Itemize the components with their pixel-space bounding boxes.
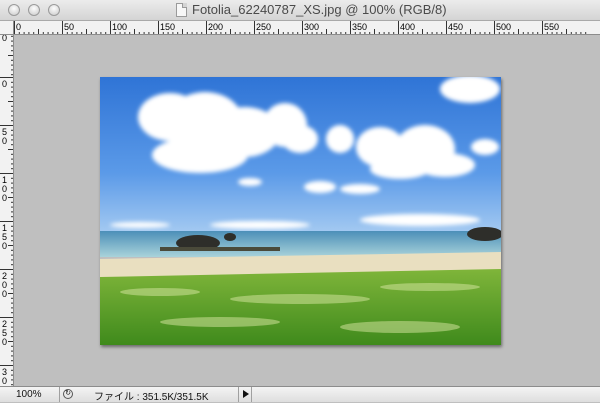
ruler-label: 0 bbox=[2, 136, 7, 146]
title-bar: Fotolia_62240787_XS.jpg @ 100% (RGB/8) bbox=[0, 0, 600, 21]
photo-beach-icon bbox=[100, 77, 501, 345]
ruler-label: 0 bbox=[2, 79, 7, 89]
close-window-button[interactable] bbox=[8, 4, 20, 16]
file-size-info: ファイル : 351.5K/351.5K bbox=[94, 392, 209, 403]
ruler-label: 500 bbox=[496, 22, 511, 32]
ruler-label: 0 bbox=[2, 337, 7, 347]
ruler-label: 0 bbox=[2, 241, 7, 251]
ruler-label: 0 bbox=[16, 22, 21, 32]
ruler-label: 300 bbox=[304, 22, 319, 32]
ruler-label: 400 bbox=[400, 22, 415, 32]
ruler-label: 550 bbox=[544, 22, 559, 32]
ruler-origin[interactable] bbox=[0, 21, 14, 35]
status-menu-arrow-icon[interactable] bbox=[238, 387, 252, 402]
document-image[interactable] bbox=[100, 77, 501, 345]
ruler-label: 350 bbox=[352, 22, 367, 32]
zoom-window-button[interactable] bbox=[48, 4, 60, 16]
ruler-label: 450 bbox=[448, 22, 463, 32]
ruler-label: 200 bbox=[208, 22, 223, 32]
window-title: Fotolia_62240787_XS.jpg @ 100% (RGB/8) bbox=[192, 2, 447, 17]
ruler-label: 150 bbox=[160, 22, 175, 32]
status-info-icon[interactable]: ↻ bbox=[63, 389, 73, 399]
ruler-label: 100 bbox=[112, 22, 127, 32]
ruler-label: 0 bbox=[2, 193, 7, 203]
zoom-level-field[interactable]: 100% bbox=[0, 387, 60, 402]
status-bar: 100% ↻ ファイル : 351.5K/351.5K bbox=[0, 386, 600, 403]
vertical-ruler[interactable]: 0050100150200250300 bbox=[0, 35, 14, 386]
horizontal-ruler-ticks: 0 50 100 150 200 250 300 350 400 450 500 550 bbox=[14, 21, 587, 34]
vertical-ruler-ticks: 0050100150200250300 bbox=[0, 35, 13, 386]
ruler-label: 50 bbox=[64, 22, 74, 32]
ruler-label: 0 bbox=[2, 35, 7, 43]
horizontal-ruler[interactable]: 0 50 100 150 200 250 300 350 400 450 500 550 bbox=[0, 21, 600, 35]
document-icon bbox=[176, 3, 187, 17]
ruler-label: 250 bbox=[256, 22, 271, 32]
minimize-window-button[interactable] bbox=[28, 4, 40, 16]
ruler-label: 0 bbox=[2, 289, 7, 299]
